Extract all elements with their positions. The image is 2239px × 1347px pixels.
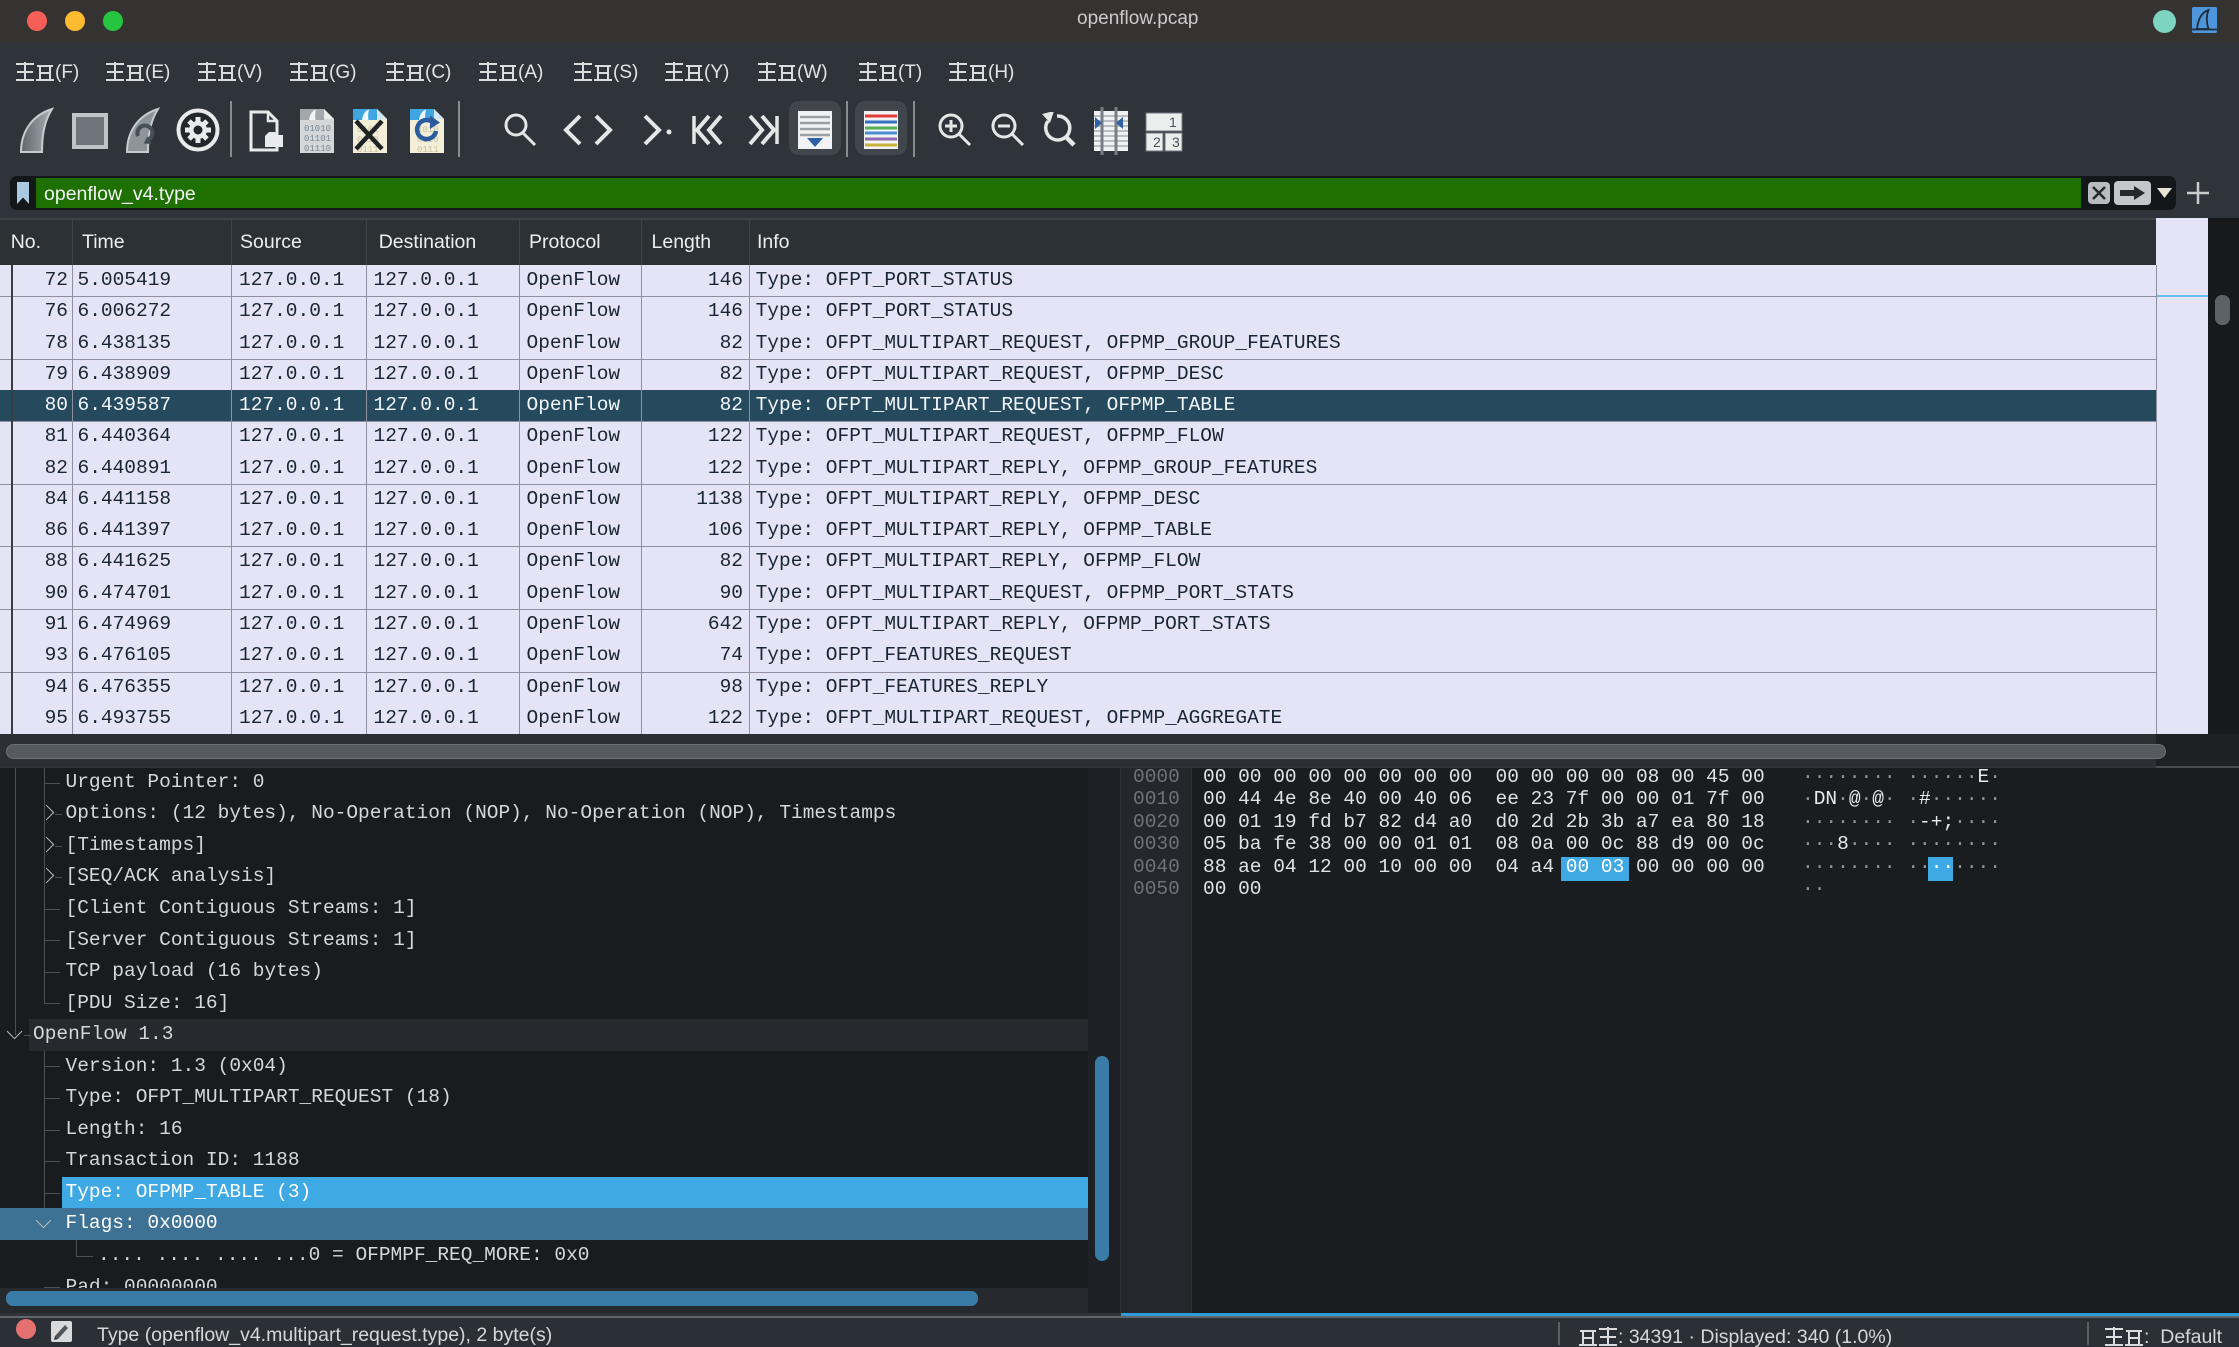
- svg-text:1: 1: [1169, 114, 1177, 130]
- svg-text:01010: 01010: [304, 124, 331, 134]
- svg-text:0111: 0111: [417, 145, 439, 154]
- svg-text:01101: 01101: [304, 134, 331, 144]
- svg-text:3: 3: [1172, 134, 1180, 150]
- svg-text:2: 2: [1153, 134, 1161, 150]
- svg-text:01110: 01110: [304, 144, 331, 154]
